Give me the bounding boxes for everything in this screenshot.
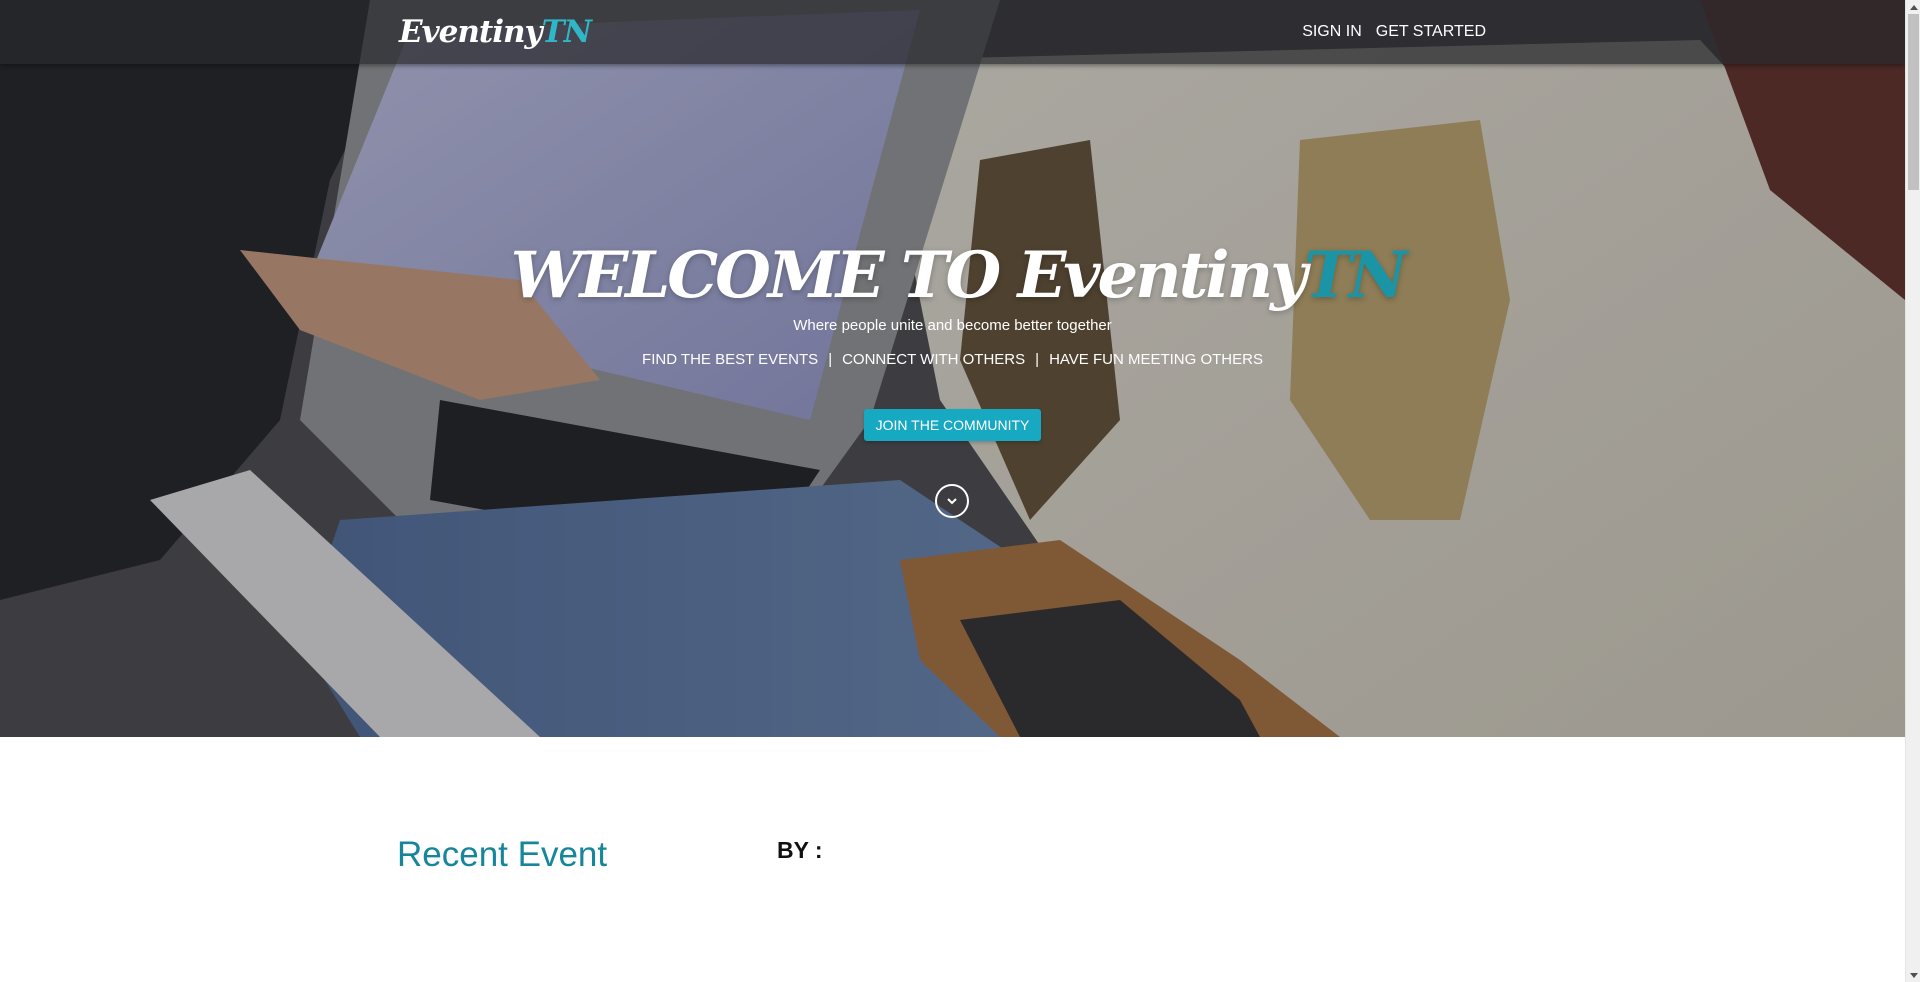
feature-item: FIND THE BEST EVENTS xyxy=(642,351,819,368)
arrow-down-icon xyxy=(1909,972,1918,978)
hero-title-main: WELCOME TO Eventiny xyxy=(510,238,1308,313)
hero-content: WELCOME TO EventinyTN Where people unite… xyxy=(0,232,1905,441)
by-label: BY : xyxy=(777,837,823,863)
feature-item: CONNECT WITH OTHERS xyxy=(842,351,1026,368)
hero-title: WELCOME TO EventinyTN xyxy=(0,232,1905,320)
sign-in-link[interactable]: SIGN IN xyxy=(1302,20,1362,44)
hero-subtitle: Where people unite and become better tog… xyxy=(793,317,1112,334)
hero-title-accent: TN xyxy=(1304,238,1407,313)
feature-separator: | xyxy=(1035,351,1040,368)
scroll-down-arrow[interactable] xyxy=(1906,968,1920,982)
page-scrollbar[interactable] xyxy=(1905,0,1920,982)
brand-accent: TN xyxy=(541,14,592,50)
brand-name: Eventiny xyxy=(399,14,543,50)
join-community-button[interactable]: JOIN THE COMMUNITY xyxy=(863,409,1042,441)
top-navbar: EventinyTN SIGN IN GET STARTED xyxy=(0,0,1905,64)
feature-item: HAVE FUN MEETING OTHERS xyxy=(1049,351,1263,368)
brand-logo[interactable]: EventinyTN xyxy=(399,10,592,54)
hero-section: EventinyTN SIGN IN GET STARTED WELCOME T… xyxy=(0,0,1905,737)
page: EventinyTN SIGN IN GET STARTED WELCOME T… xyxy=(0,0,1905,982)
scroll-down-button[interactable] xyxy=(935,484,969,518)
scrollbar-thumb[interactable] xyxy=(1908,14,1919,190)
feature-list: FIND THE BEST EVENTS | CONNECT WITH OTHERS… xyxy=(0,350,1905,370)
nav-links: SIGN IN GET STARTED xyxy=(1302,20,1486,44)
chevron-down-icon xyxy=(947,498,957,505)
recent-event-heading: Recent Event xyxy=(397,835,608,874)
get-started-link[interactable]: GET STARTED xyxy=(1376,20,1486,44)
arrow-up-icon xyxy=(1909,4,1918,10)
scroll-up-arrow[interactable] xyxy=(1906,0,1920,14)
feature-separator: | xyxy=(828,351,833,368)
